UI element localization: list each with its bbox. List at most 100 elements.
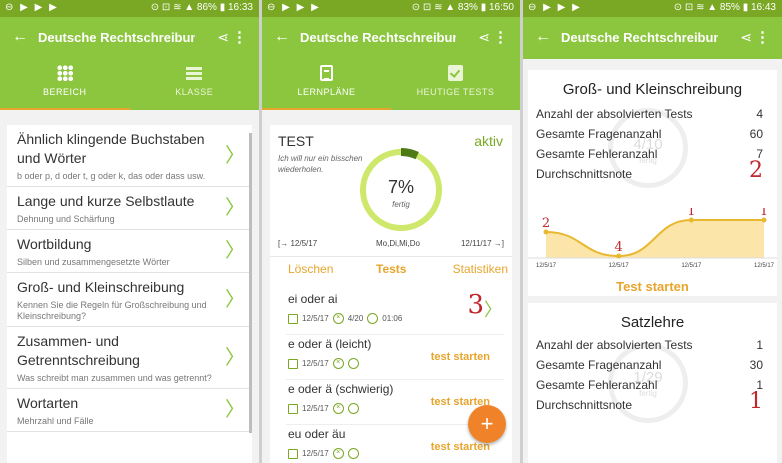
progress-caption: fertig bbox=[392, 200, 410, 209]
list-item[interactable]: Zusammen- und Getrenntschreibung Was sch… bbox=[7, 327, 252, 389]
tab-klasse[interactable]: KLASSE bbox=[130, 59, 260, 110]
delete-button[interactable]: Löschen bbox=[288, 262, 333, 276]
test-meta: 12/5/17 × bbox=[288, 358, 359, 369]
status-left: ⊖ ▶ ▶ ▶ bbox=[267, 2, 321, 13]
plan-status: aktiv bbox=[474, 133, 503, 149]
chart-x-tick-label: 12/5/17 bbox=[536, 263, 557, 269]
chart-x-tick-label: 12/5/17 bbox=[754, 263, 775, 269]
test-name: ei oder ai bbox=[288, 292, 338, 306]
tab-label: HEUTIGE TESTS bbox=[416, 87, 495, 97]
share-icon[interactable]: ⋖ bbox=[478, 29, 490, 46]
start-date-text: 12/5/17 bbox=[290, 239, 318, 248]
arrow-back-icon[interactable]: ← bbox=[12, 28, 28, 46]
status-bar: ⊖ ▶ ▶ ▶ ⊙ ⊡ ≋ ▲ 85% ▮ 16:43 bbox=[523, 0, 782, 17]
card-title: Groß- und Kleinschreibung bbox=[562, 81, 743, 98]
app-title: Deutsche Rechtschreibung bbox=[300, 30, 456, 45]
test-row[interactable]: e oder ä (leicht) 12/5/17 × test starten bbox=[286, 335, 504, 380]
chart-data-label: 1 bbox=[760, 208, 768, 219]
item-title: Wortbildung bbox=[17, 236, 92, 252]
test-time: 01:06 bbox=[382, 314, 403, 323]
progress-text: 7% fertig bbox=[358, 177, 444, 209]
topic-list: Ähnlich klingende Buchstaben und Wörter … bbox=[7, 125, 252, 463]
app-bar: ← Deutsche Rechtschreibung ⋖ ⋮ bbox=[523, 17, 782, 59]
tab-heutige-tests[interactable]: HEUTIGE TESTS bbox=[391, 59, 520, 110]
test-date: 12/5/17 bbox=[302, 314, 329, 323]
item-title: Ähnlich klingende Buchstaben und Wörter bbox=[17, 131, 205, 166]
list-item[interactable]: Lange und kurze Selbstlaute Dehnung und … bbox=[7, 187, 252, 230]
more-vert-icon[interactable]: ⋮ bbox=[755, 28, 770, 46]
chevron-right-icon: 〉 bbox=[225, 197, 245, 219]
list-item[interactable]: Wortarten Mehrzahl und Fälle 〉 bbox=[7, 389, 252, 432]
stat-label: Gesamte Fehleranzahl bbox=[536, 378, 658, 392]
start-arrow-icon: [→ bbox=[278, 239, 289, 248]
grade-chart: 2 12/5/17 4 12/5/17 1 12/5/17 1 12/5/17 bbox=[528, 208, 777, 269]
calendar-icon bbox=[288, 448, 298, 459]
stat-value: 2 bbox=[749, 158, 763, 183]
statistics-button[interactable]: Statistiken bbox=[453, 262, 508, 276]
chevron-right-icon[interactable]: 〉 bbox=[484, 296, 502, 322]
chevron-right-icon: 〉 bbox=[225, 346, 245, 369]
tests-button[interactable]: Tests bbox=[376, 262, 406, 276]
plus-icon: + bbox=[480, 411, 494, 436]
stat-label: Gesamte Fragenanzahl bbox=[536, 358, 662, 372]
arrow-back-icon[interactable]: ← bbox=[274, 28, 290, 46]
progress-percent: 7% bbox=[387, 177, 414, 197]
status-left: ⊖ ▶ ▶ ▶ bbox=[5, 2, 59, 13]
more-vert-icon[interactable]: ⋮ bbox=[232, 28, 247, 46]
test-row[interactable]: ei oder ai 12/5/17 × 4/20 01:06 3 〉 bbox=[286, 290, 504, 335]
calendar-icon bbox=[288, 358, 298, 369]
chevron-right-icon: 〉 bbox=[225, 144, 245, 167]
progress-arc bbox=[400, 148, 419, 160]
share-icon[interactable]: ⋖ bbox=[740, 29, 752, 46]
stat-row: Gesamte Fehleranzahl 7 bbox=[528, 144, 777, 164]
stats-table: Anzahl der absolvierten Tests 4 Gesamte F… bbox=[528, 104, 777, 184]
list-item[interactable]: Groß- und Kleinschreibung Kennen Sie die… bbox=[7, 273, 252, 327]
stat-value: 4 bbox=[756, 107, 763, 121]
end-date-text: 12/11/17 bbox=[460, 239, 492, 248]
calendar-icon bbox=[288, 313, 298, 324]
stopwatch-icon bbox=[347, 448, 359, 459]
stat-value: 30 bbox=[749, 358, 763, 372]
chevron-right-icon: 〉 bbox=[225, 240, 245, 262]
status-bar: ⊖ ▶ ▶ ▶ ⊙ ⊡ ≋ ▲ 83% ▮ 16:50 bbox=[262, 0, 520, 17]
item-title: Lange und kurze Selbstlaute bbox=[17, 193, 195, 209]
test-date: 12/5/17 bbox=[302, 404, 329, 413]
list-item[interactable]: Ähnlich klingende Buchstaben und Wörter … bbox=[7, 125, 252, 187]
app-bar: ← Deutsche Rechtschreibung ⋖ ⋮ bbox=[262, 17, 520, 59]
more-vert-icon[interactable]: ⋮ bbox=[493, 28, 508, 46]
test-start-button[interactable]: Test starten bbox=[528, 279, 777, 294]
stats-card: Groß- und Kleinschreibung 4/10 fertig An… bbox=[528, 70, 777, 296]
add-plan-button[interactable]: + bbox=[468, 405, 506, 443]
status-right: ⊙ ⊡ ≋ ▲ 86% ▮ 16:33 bbox=[150, 2, 253, 13]
test-date: 12/5/17 bbox=[302, 359, 329, 368]
stat-row: Gesamte Fragenanzahl 30 bbox=[528, 355, 777, 375]
arrow-back-icon[interactable]: ← bbox=[535, 28, 551, 46]
screen-lernplaene: ⊖ ▶ ▶ ▶ ⊙ ⊡ ≋ ▲ 83% ▮ 16:50 ← Deutsche R… bbox=[262, 0, 520, 463]
stat-value: 1 bbox=[749, 389, 763, 414]
chart-data-label: 2 bbox=[542, 216, 550, 231]
cancel-circle-icon: × bbox=[332, 313, 344, 324]
stat-row: Durchschnittsnote 2 bbox=[528, 158, 777, 184]
plan-days: Mo,Di,Mi,Do bbox=[376, 239, 421, 248]
start-test-button[interactable]: test starten bbox=[431, 441, 490, 453]
chevron-right-icon: 〉 bbox=[225, 399, 245, 421]
list-item[interactable]: Wortbildung Silben und zusammengesetzte … bbox=[7, 230, 252, 273]
item-subtitle: Kennen Sie die Regeln für Großschreibung… bbox=[17, 300, 207, 321]
stat-row: Gesamte Fragenanzahl 60 bbox=[528, 124, 777, 144]
stats-table: Anzahl der absolvierten Tests 1 Gesamte F… bbox=[528, 335, 777, 415]
tab-bereich[interactable]: BEREICH bbox=[0, 59, 130, 110]
share-icon[interactable]: ⋖ bbox=[217, 29, 229, 46]
chevron-right-icon: 〉 bbox=[225, 288, 245, 311]
tab-lernplaene[interactable]: LERNPLÄNE bbox=[262, 59, 391, 110]
scrollbar[interactable] bbox=[249, 133, 252, 433]
stat-label: Gesamte Fragenanzahl bbox=[536, 127, 662, 141]
test-grade: 3 bbox=[467, 290, 484, 320]
item-subtitle: Dehnung und Schärfung bbox=[17, 214, 115, 224]
tab-label: LERNPLÄNE bbox=[297, 87, 356, 97]
stat-row: Durchschnittsnote 1 bbox=[528, 389, 777, 415]
chart-data-label: 4 bbox=[615, 240, 623, 255]
stat-label: Durchschnittsnote bbox=[536, 398, 633, 412]
cancel-circle-icon: × bbox=[332, 448, 344, 459]
test-meta: 12/5/17 × bbox=[288, 403, 359, 414]
start-test-button[interactable]: test starten bbox=[431, 351, 490, 363]
